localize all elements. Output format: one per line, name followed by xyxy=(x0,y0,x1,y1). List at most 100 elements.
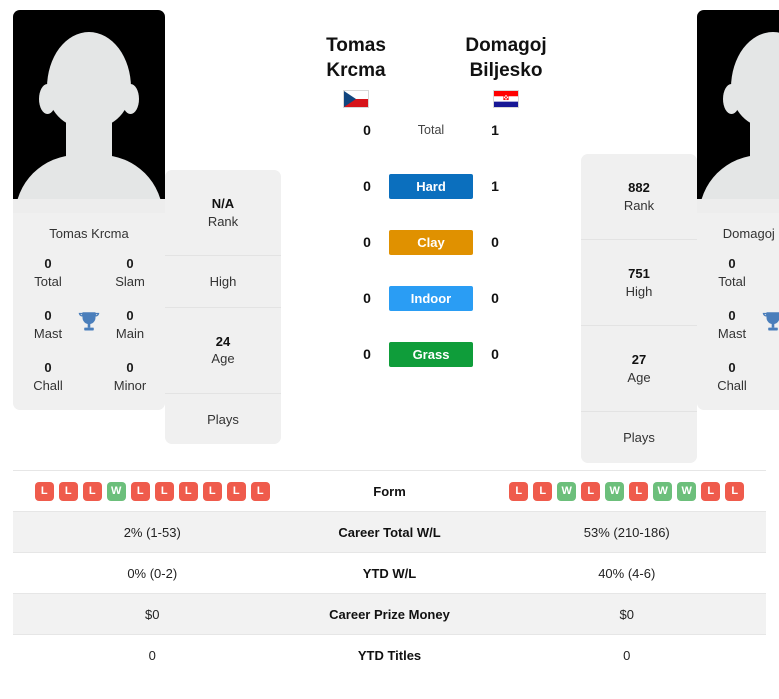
form-badge-loss[interactable]: L xyxy=(154,481,174,501)
table-row-career-wl: 2% (1-53) Career Total W/L 53% (210-186) xyxy=(13,511,766,552)
title-stat-label: Minor xyxy=(113,377,147,393)
form-badge-loss[interactable]: L xyxy=(509,481,529,501)
form-badge-loss[interactable]: L xyxy=(725,481,745,501)
right-player-name-caption: Domagoj Biljesko xyxy=(722,226,779,241)
title-stat-value: 0 xyxy=(44,256,52,271)
surface-left-score: 0 xyxy=(363,178,371,194)
comparison-table: LLLWLLLLLL Form LLWLWLWWLL 2% (1-53) Car… xyxy=(0,470,779,675)
right-value: 53% (210-186) xyxy=(583,524,670,540)
left-player-title[interactable]: Tomas Krcma xyxy=(281,10,431,109)
table-row-form: LLLWLLLLLL Form LLWLWLWWLL xyxy=(13,470,766,511)
left-age-cell: 24 Age xyxy=(165,308,281,394)
titles-row: 0 Chall 0 Minor xyxy=(703,359,779,394)
surface-label-hard[interactable]: Hard xyxy=(389,173,473,199)
right-high-cell: 751 High xyxy=(581,240,697,327)
left-plays-cell: Plays xyxy=(165,394,281,445)
row-label: Career Prize Money xyxy=(329,606,450,622)
avatar-silhouette-ear-right xyxy=(122,84,139,114)
titles-row: 0 Mast 0 Main xyxy=(703,307,779,342)
form-badge-loss[interactable]: L xyxy=(178,481,198,501)
left-value: 2% (1-53) xyxy=(123,524,181,540)
right-player-first-name: Domagoj xyxy=(465,35,547,56)
title-stat-label: Total xyxy=(718,273,746,289)
title-stat-mast: 0 Mast xyxy=(19,307,77,342)
form-badge-loss[interactable]: L xyxy=(629,481,649,501)
surface-label-grass[interactable]: Grass xyxy=(389,341,473,367)
left-rank-label: Rank xyxy=(207,213,239,229)
player-comparison-page: Tomas Krcma 0 Total 0 Slam 0 Mast 0 Main… xyxy=(0,0,779,699)
right-value: $0 xyxy=(619,606,634,622)
comparison-header: Tomas Krcma 0 Total 0 Slam 0 Mast 0 Main… xyxy=(0,0,779,470)
form-badge-loss[interactable]: L xyxy=(581,481,601,501)
form-badge-loss[interactable]: L xyxy=(226,481,246,501)
surface-breakdown: 0 Total 1 0 Hard 1 0 Clay 0 0 Indoor 0 0… xyxy=(281,102,581,382)
right-player-title[interactable]: Domagoj Biljesko xyxy=(431,10,581,109)
left-value: 0% (0-2) xyxy=(127,565,178,581)
left-value: 0 xyxy=(148,647,156,663)
title-stat-label: Total xyxy=(34,273,62,289)
left-player-last-name: Krcma xyxy=(326,60,386,82)
form-badge-win[interactable]: W xyxy=(605,481,625,501)
player-names-row: Tomas Krcma Domagoj Biljesko xyxy=(281,10,581,109)
title-stat-label: Slam xyxy=(115,273,145,289)
left-age-label: Age xyxy=(211,351,235,367)
form-badge-loss[interactable]: L xyxy=(202,481,222,501)
right-player-card[interactable]: Domagoj Biljesko 0 Total 0 Slam xyxy=(697,10,779,411)
surface-label-indoor[interactable]: Indoor xyxy=(389,285,473,311)
title-stat-value: 0 xyxy=(728,360,736,376)
title-stat-label: Mast xyxy=(717,325,747,341)
title-stat-label: Chall xyxy=(717,377,747,393)
surface-label-total: Total xyxy=(417,122,445,137)
left-value: $0 xyxy=(145,606,160,622)
form-badge-loss[interactable]: L xyxy=(34,481,54,501)
form-badge-loss[interactable]: L xyxy=(250,481,270,501)
right-high-value: 751 xyxy=(628,266,650,282)
right-player-photo xyxy=(697,10,779,213)
right-rank-label: Rank xyxy=(623,197,655,213)
title-stat-label: Chall xyxy=(33,377,63,393)
form-badge-loss[interactable]: L xyxy=(82,481,102,501)
surface-right-score: 1 xyxy=(491,178,499,194)
title-stat-value: 0 xyxy=(44,360,52,376)
left-player-card[interactable]: Tomas Krcma 0 Total 0 Slam 0 Mast 0 Main… xyxy=(13,10,165,411)
surface-row-clay: 0 Clay 0 xyxy=(281,214,581,270)
titles-row: 0 Total 0 Slam xyxy=(19,255,159,290)
left-player-first-name: Tomas xyxy=(326,35,386,56)
title-stat-value: 0 xyxy=(126,360,134,376)
right-age-value: 27 xyxy=(631,352,647,368)
surface-row-grass: 0 Grass 0 xyxy=(281,326,581,382)
right-plays-cell: Plays xyxy=(581,412,697,463)
left-player-stat-card: N/A Rank High 24 Age Plays xyxy=(165,170,281,445)
photo-bottom-fade xyxy=(697,199,779,213)
left-rank-cell: N/A Rank xyxy=(165,170,281,257)
form-badge-loss[interactable]: L xyxy=(130,481,150,501)
row-label: YTD W/L xyxy=(362,565,417,581)
form-badge-win[interactable]: W xyxy=(653,481,673,501)
right-value: 0 xyxy=(623,647,631,663)
left-titles-grid: 0 Total 0 Slam 0 Mast 0 Main 0 Chall 0 M… xyxy=(13,255,165,410)
form-badge-loss[interactable]: L xyxy=(533,481,553,501)
left-high-label: High xyxy=(209,274,237,290)
head-to-head-center: Tomas Krcma Domagoj Biljesko 0 Total 1 0… xyxy=(281,10,581,382)
surface-left-score: 0 xyxy=(363,122,371,138)
surface-right-score: 1 xyxy=(491,122,499,138)
right-age-cell: 27 Age xyxy=(581,326,697,413)
form-badge-loss[interactable]: L xyxy=(701,481,721,501)
trophy-icon xyxy=(762,312,779,331)
form-badge-win[interactable]: W xyxy=(557,481,577,501)
form-badge-win[interactable]: W xyxy=(106,481,126,501)
right-value: 40% (4-6) xyxy=(598,565,656,581)
left-rank-value: N/A xyxy=(211,196,235,211)
table-row-ytd-titles: 0 YTD Titles 0 xyxy=(13,634,766,675)
form-badge-loss[interactable]: L xyxy=(58,481,78,501)
title-stat-label: Main xyxy=(115,325,145,341)
surface-label-clay[interactable]: Clay xyxy=(389,229,473,255)
left-age-value: 24 xyxy=(215,333,231,349)
title-stat-slam: 0 Slam xyxy=(101,255,159,290)
row-label: Career Total W/L xyxy=(338,524,441,540)
right-age-label: Age xyxy=(627,369,651,385)
title-stat-minor: 0 Minor xyxy=(101,359,159,394)
surface-right-score: 0 xyxy=(491,346,499,362)
form-badge-win[interactable]: W xyxy=(677,481,697,501)
photo-bottom-fade xyxy=(13,199,165,213)
